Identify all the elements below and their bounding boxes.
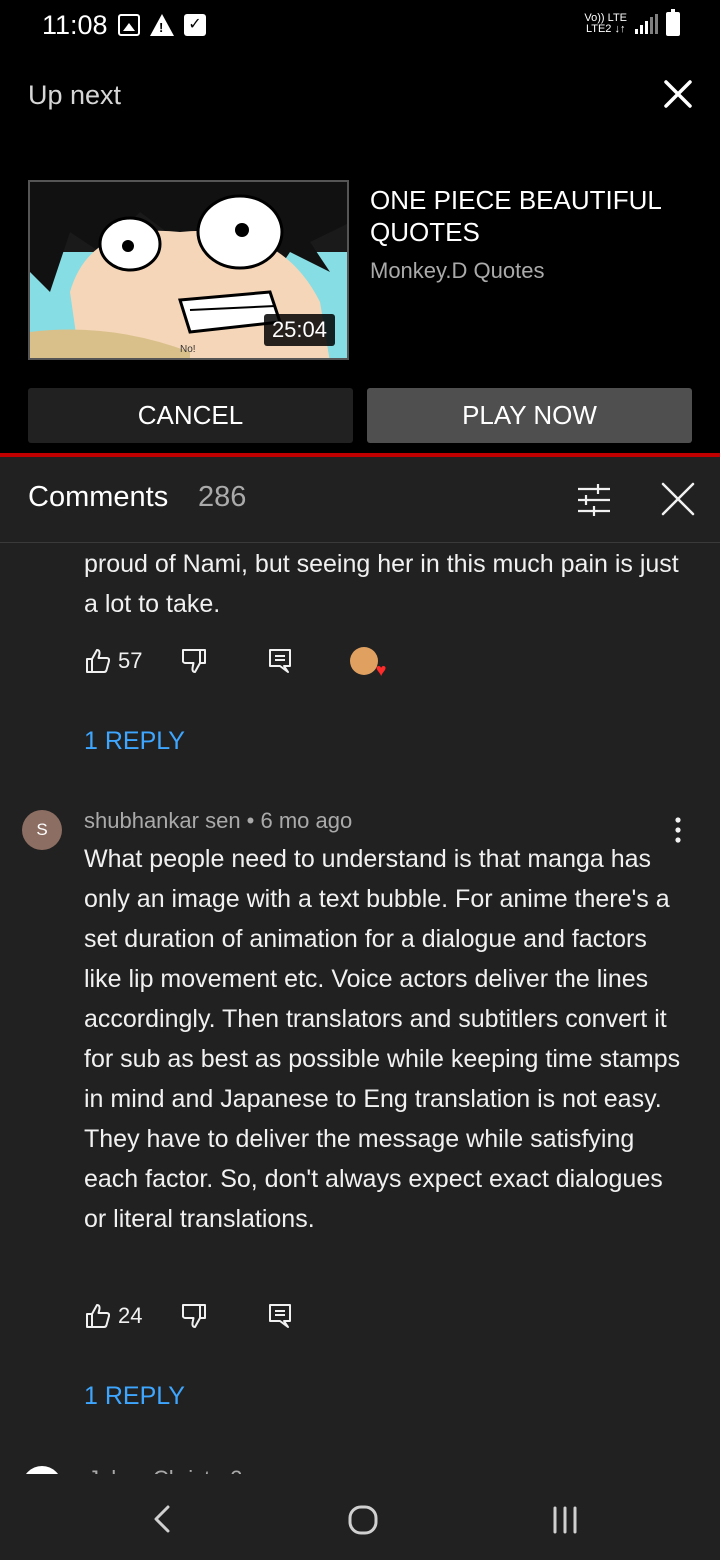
thumbs-down-icon[interactable] (180, 647, 208, 675)
signal-icon (635, 14, 658, 34)
battery-icon (666, 9, 680, 36)
network-label: Vo)) LTE LTE2 ↓↑ (584, 13, 627, 35)
thumbs-up-icon (86, 1304, 111, 1328)
like-count: 57 (118, 648, 143, 673)
comments-header: Comments 286 (0, 457, 720, 543)
comments-panel: Comments 286 proud of Nami, but seeing h… (0, 457, 720, 1474)
like-button[interactable]: 57 (84, 647, 142, 675)
comment-text: proud of Nami, but seeing her in this mu… (84, 550, 679, 618)
comments-count: 286 (198, 481, 247, 513)
cancel-button[interactable]: CANCEL (28, 388, 353, 443)
view-replies-link[interactable]: 1 REPLY (84, 1382, 185, 1411)
home-icon[interactable] (347, 1504, 379, 1536)
comment-meta: shubhankar sen • 6 mo ago (84, 808, 353, 833)
view-replies-link[interactable]: 1 REPLY (84, 727, 185, 756)
comment-actions: 24 (84, 1302, 292, 1330)
next-comment-partial: Johny Christ • 2 mo ago (0, 1460, 720, 1474)
thumbnail-caption: No! (180, 344, 196, 355)
back-icon[interactable] (150, 1504, 174, 1534)
network-label-bottom: LTE2 ↓↑ (585, 23, 626, 35)
video-channel: Monkey.D Quotes (370, 258, 545, 283)
reply-icon[interactable] (268, 648, 292, 674)
status-time: 11:08 (42, 10, 108, 40)
comment-meta: Johny Christ • 2 mo ago (88, 1466, 322, 1474)
like-button[interactable]: 24 (84, 1302, 142, 1330)
sort-filter-icon[interactable] (576, 483, 612, 517)
status-right: Vo)) LTE LTE2 ↓↑ (584, 9, 680, 36)
notification-icons: ! ✓ (118, 14, 206, 36)
video-title[interactable]: ONE PIECE BEAUTIFUL QUOTES (370, 184, 690, 248)
up-next-label: Up next (28, 80, 122, 110)
like-count: 24 (118, 1303, 143, 1328)
avatar[interactable]: S (22, 810, 62, 850)
warning-icon: ! (150, 14, 174, 36)
status-bar: 11:08 ! ✓ Vo)) LTE LTE2 ↓↑ (0, 0, 720, 52)
reply-icon[interactable] (268, 1303, 292, 1329)
video-thumbnail[interactable]: No! 25:04 (28, 180, 349, 360)
close-icon[interactable] (662, 78, 694, 110)
up-next-panel: Up next No! 25:04 ONE PIECE BEAUTIFUL QU… (0, 52, 720, 454)
recent-apps-icon[interactable] (550, 1506, 580, 1534)
checkbox-icon: ✓ (184, 14, 206, 36)
play-now-button[interactable]: PLAY NOW (367, 388, 692, 443)
video-duration: 25:04 (263, 314, 335, 346)
creator-heart-icon: ♥ (350, 647, 386, 680)
comments-title: Comments (28, 481, 169, 513)
comment-text: What people need to understand is that m… (84, 845, 681, 1233)
thumbs-up-icon (86, 649, 111, 673)
close-comments-icon[interactable] (660, 481, 696, 517)
avatar[interactable] (22, 1466, 62, 1474)
gallery-icon (118, 14, 140, 36)
thumbs-down-icon[interactable] (180, 1302, 208, 1330)
comment-actions: 57 ♥ (84, 647, 386, 680)
system-nav-bar (0, 1474, 720, 1560)
